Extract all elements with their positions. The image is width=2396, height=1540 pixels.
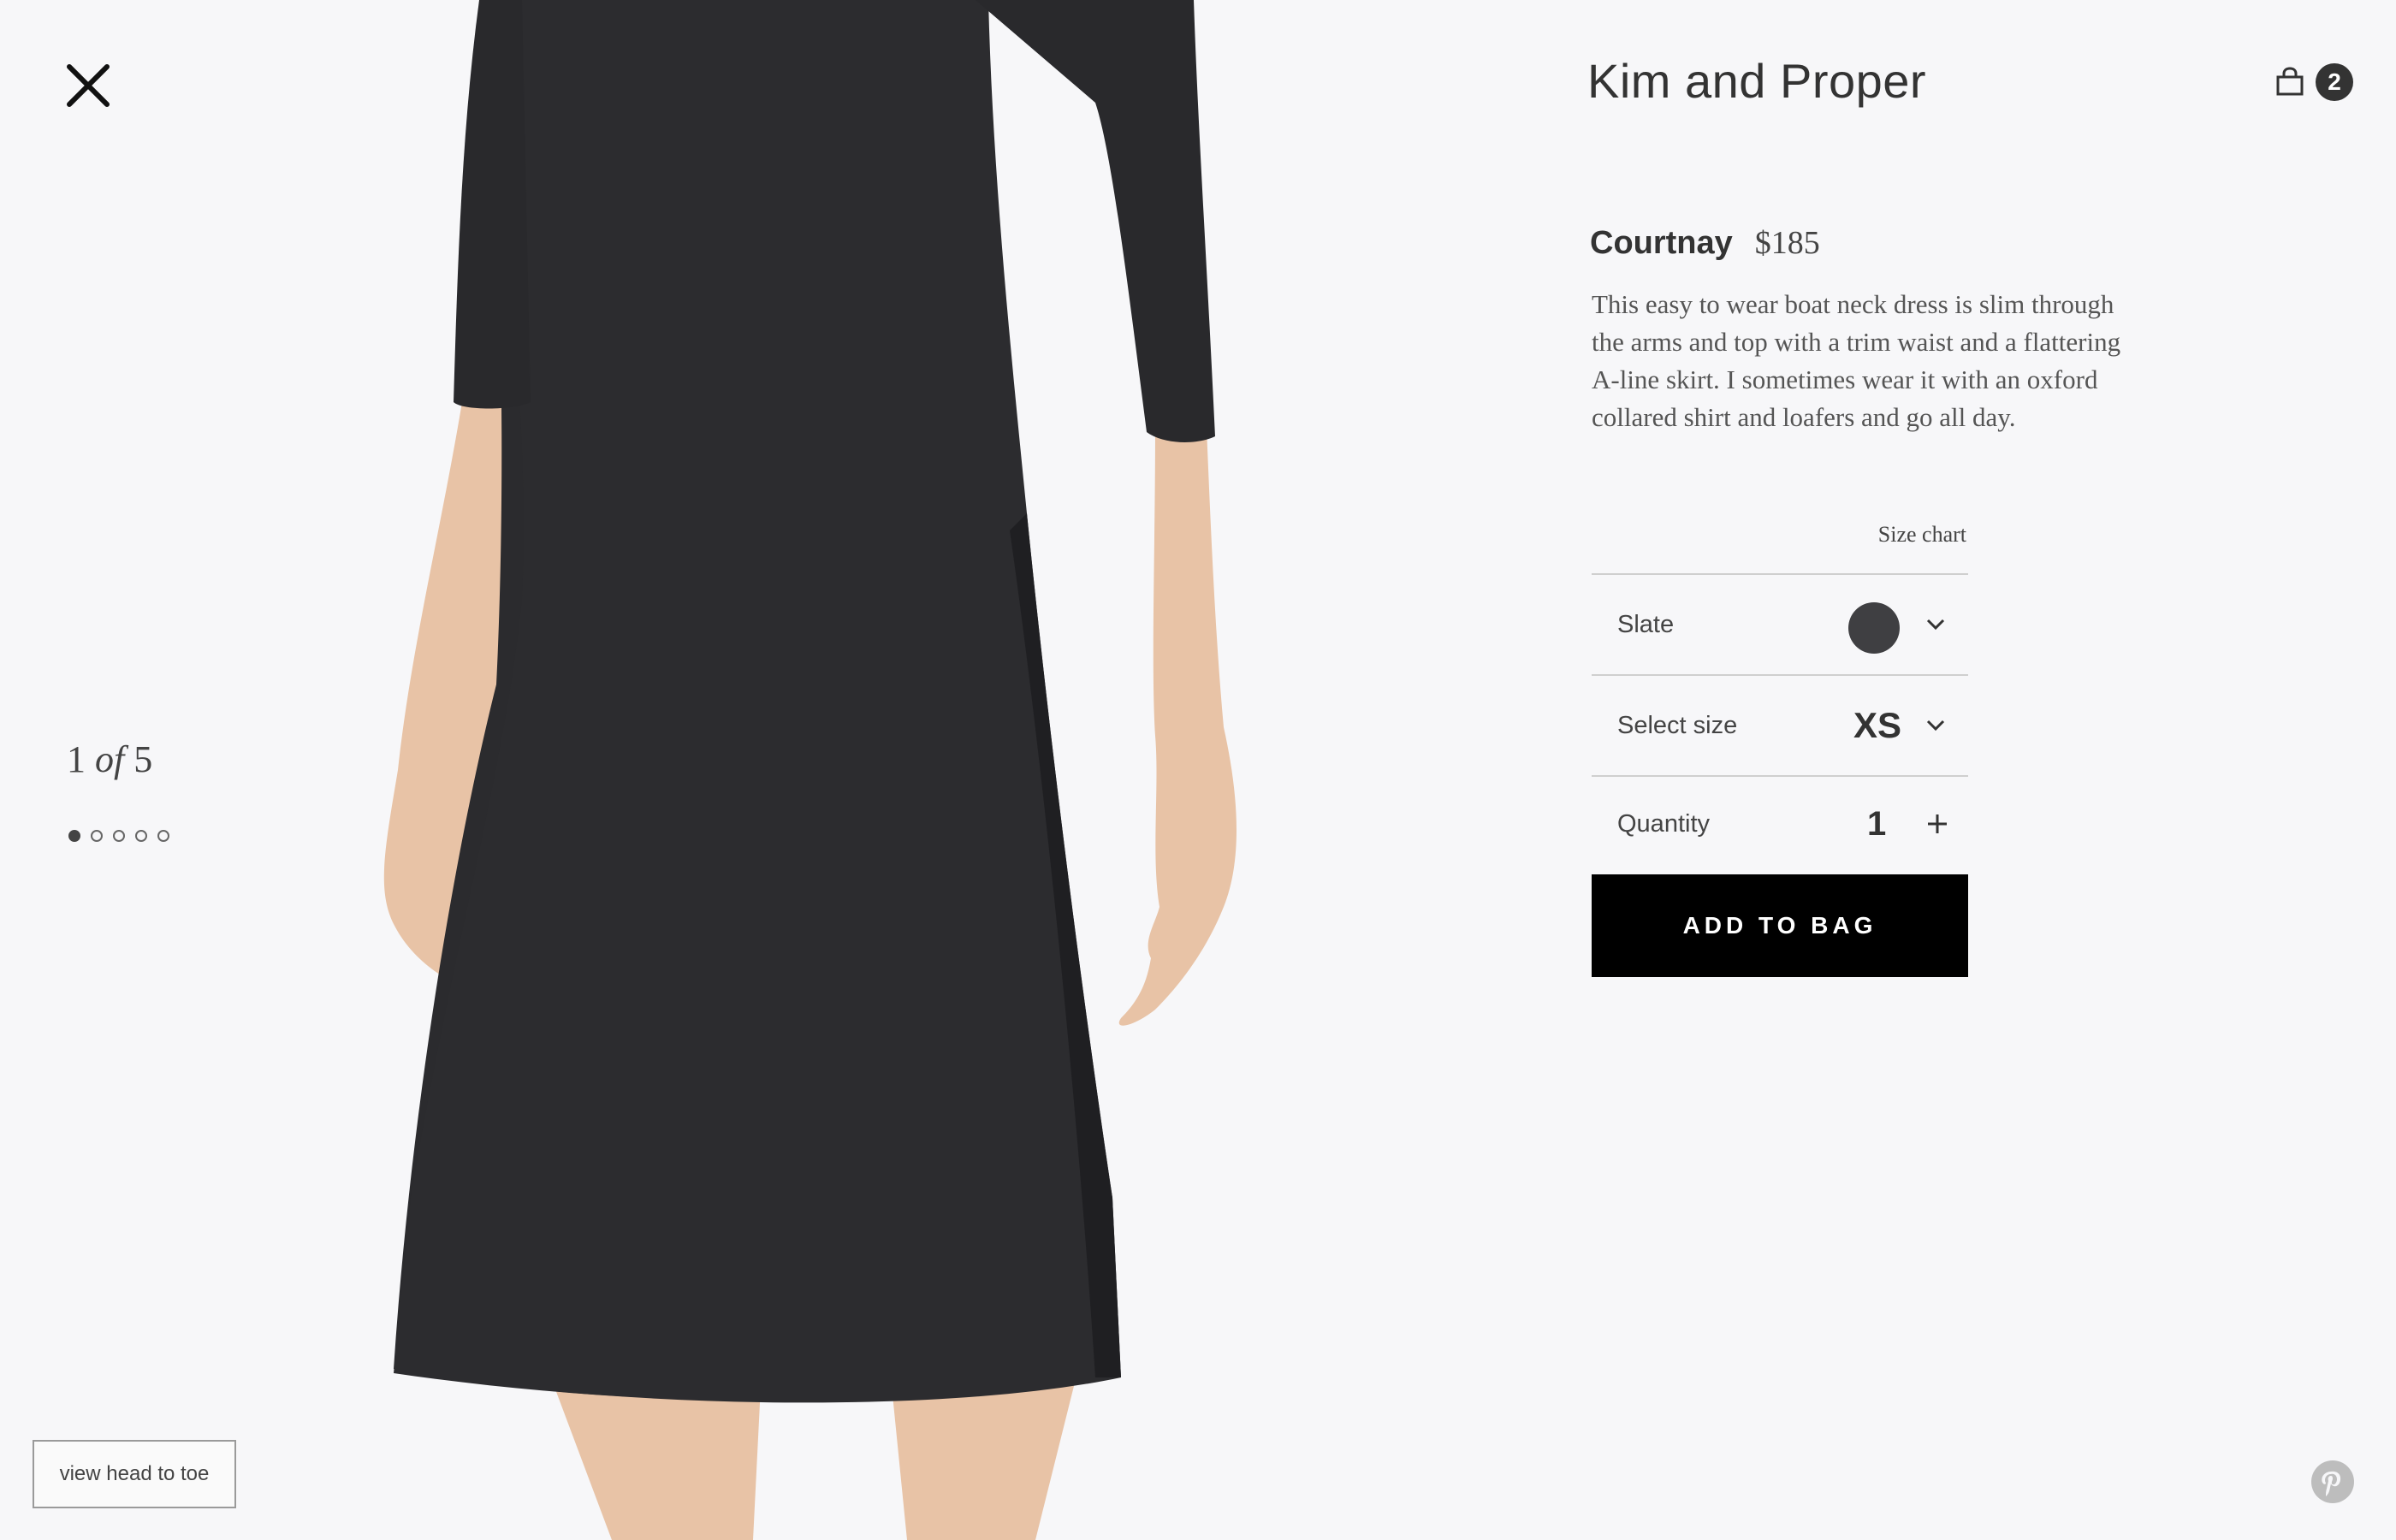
brand-title: Kim and Proper (1587, 54, 1927, 108)
close-icon (67, 64, 110, 107)
product-photo (359, 0, 1369, 1540)
shopping-bag-icon (2276, 67, 2304, 96)
plus-icon (1928, 814, 1947, 833)
size-value: XS (1853, 705, 1902, 745)
size-selector[interactable]: Select size XS (1592, 674, 1968, 775)
quantity-label: Quantity (1617, 809, 1710, 838)
quantity-value: 1 (1867, 804, 1887, 843)
pinterest-share-button[interactable] (2310, 1460, 2355, 1504)
gallery-dot-1[interactable] (68, 830, 80, 842)
shopping-bag-button[interactable]: 2 (2273, 63, 2353, 101)
chevron-down-icon (1924, 613, 1948, 637)
quantity-increase-button[interactable] (1924, 810, 1951, 838)
size-label: Select size (1617, 711, 1738, 739)
quantity-stepper: Quantity 1 (1592, 775, 1968, 871)
product-options: Slate Select size XS Quantity 1 (1592, 573, 1968, 871)
size-chart-link[interactable]: Size chart (1865, 522, 1966, 548)
product-name: Courtnay (1590, 225, 1733, 261)
bag-count-badge: 2 (2316, 63, 2353, 101)
product-description: This easy to wear boat neck dress is sli… (1592, 289, 2121, 432)
gallery-dot-3[interactable] (113, 830, 125, 842)
pinterest-icon (2311, 1460, 2354, 1503)
add-to-bag-button[interactable]: ADD TO BAG (1592, 874, 1968, 977)
chevron-down-icon (1924, 714, 1948, 737)
color-selector[interactable]: Slate (1592, 573, 1968, 674)
color-swatch (1848, 602, 1900, 654)
product-price: $185 (1754, 225, 1820, 261)
gallery-dots (68, 830, 169, 842)
gallery-total: 5 (133, 738, 153, 780)
color-label: Slate (1617, 610, 1675, 638)
product-header: Courtnay $185 (1590, 224, 1820, 262)
gallery-dot-5[interactable] (157, 830, 169, 842)
gallery-dot-2[interactable] (91, 830, 103, 842)
gallery-dot-4[interactable] (135, 830, 147, 842)
gallery-counter: 1 of 5 (67, 737, 152, 781)
view-head-to-toe-button[interactable]: view head to toe (33, 1440, 236, 1508)
gallery-current: 1 (67, 738, 86, 780)
gallery-of: of (95, 738, 125, 780)
close-button[interactable] (64, 62, 112, 110)
